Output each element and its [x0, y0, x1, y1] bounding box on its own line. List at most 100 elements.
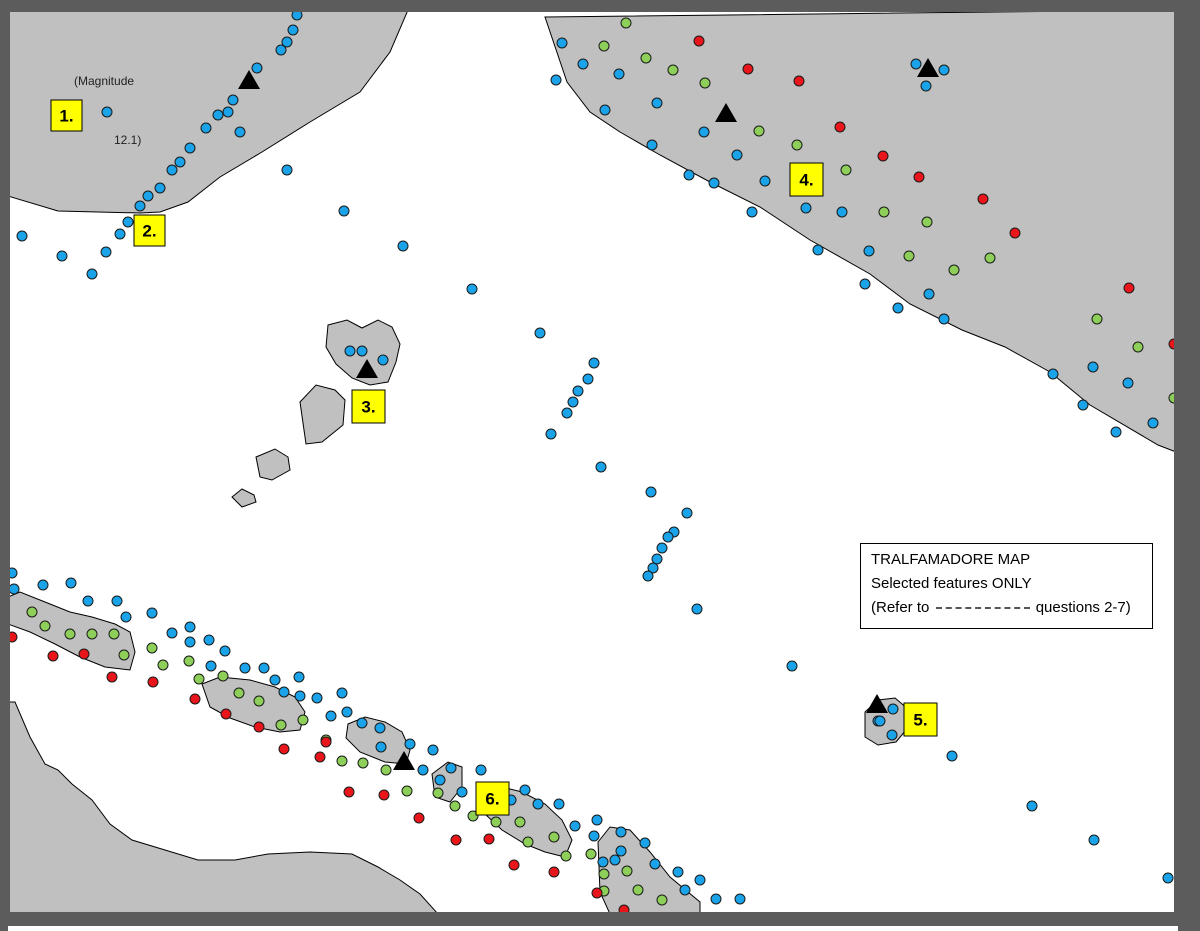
green-circle-icon	[560, 850, 572, 862]
blue-circle-icon	[609, 854, 621, 866]
blue-circle-icon	[445, 762, 457, 774]
magnitude-note-line2: 12.1)	[114, 133, 141, 147]
green-circle-icon	[86, 628, 98, 640]
red-circle-icon	[320, 736, 332, 748]
blue-circle-icon	[613, 68, 625, 80]
label-text: 5.	[913, 711, 927, 730]
blue-circle-icon	[694, 874, 706, 886]
blue-circle-icon	[639, 837, 651, 849]
blue-circle-icon	[338, 205, 350, 217]
blue-circle-icon	[698, 126, 710, 138]
site-label-1: 1.	[50, 99, 83, 132]
green-circle-icon	[632, 884, 644, 896]
blue-circle-icon	[219, 645, 231, 657]
blue-circle-icon	[336, 687, 348, 699]
map-frame: 1. 2. 3. 4. 5. 6. (Magnitude 12.1) TRALFAMADO…	[10, 12, 1174, 912]
green-circle-icon	[449, 800, 461, 812]
green-circle-icon	[490, 816, 502, 828]
red-circle-icon	[189, 693, 201, 705]
green-circle-icon	[667, 64, 679, 76]
blue-circle-icon	[1087, 361, 1099, 373]
blue-circle-icon	[597, 856, 609, 868]
label-text: 4.	[799, 171, 813, 190]
next-page-edge	[8, 926, 1178, 931]
blue-circle-icon	[731, 149, 743, 161]
red-circle-icon	[278, 743, 290, 755]
green-circle-icon	[948, 264, 960, 276]
blue-circle-icon	[1026, 800, 1038, 812]
blue-circle-icon	[166, 164, 178, 176]
blue-circle-icon	[475, 764, 487, 776]
green-circle-icon	[548, 831, 560, 843]
blue-circle-icon	[746, 206, 758, 218]
blue-circle-icon	[681, 507, 693, 519]
blue-circle-icon	[800, 202, 812, 214]
red-circle-icon	[618, 904, 630, 912]
blue-circle-icon	[534, 327, 546, 339]
green-circle-icon	[64, 628, 76, 640]
blue-circle-icon	[1147, 417, 1159, 429]
green-circle-icon	[699, 77, 711, 89]
blue-circle-icon	[1122, 377, 1134, 389]
blue-circle-icon	[786, 660, 798, 672]
blue-circle-icon	[615, 826, 627, 838]
blue-circle-icon	[184, 621, 196, 633]
red-circle-icon	[742, 63, 754, 75]
blue-circle-icon	[311, 692, 323, 704]
blue-circle-icon	[550, 74, 562, 86]
red-circle-icon	[10, 631, 18, 643]
blue-circle-icon	[886, 729, 898, 741]
blue-circle-icon	[142, 190, 154, 202]
blue-circle-icon	[1047, 368, 1059, 380]
red-circle-icon	[413, 812, 425, 824]
blue-circle-icon	[174, 156, 186, 168]
blue-circle-icon	[615, 845, 627, 857]
green-circle-icon	[620, 17, 632, 29]
blue-circle-icon	[519, 784, 531, 796]
blue-circle-icon	[37, 579, 49, 591]
blue-circle-icon	[200, 122, 212, 134]
blue-circle-icon	[946, 750, 958, 762]
green-circle-icon	[585, 848, 597, 860]
blue-circle-icon	[683, 169, 695, 181]
green-circle-icon	[921, 216, 933, 228]
blue-circle-icon	[120, 611, 132, 623]
green-circle-icon	[903, 250, 915, 262]
islet-3b	[255, 448, 291, 481]
green-circle-icon	[39, 620, 51, 632]
blue-circle-icon	[291, 12, 303, 21]
green-circle-icon	[1132, 341, 1144, 353]
blue-circle-icon	[294, 690, 306, 702]
blue-circle-icon	[100, 246, 112, 258]
green-circle-icon	[183, 655, 195, 667]
redacted-word	[935, 607, 1030, 610]
blue-circle-icon	[154, 182, 166, 194]
red-circle-icon	[78, 648, 90, 660]
blue-circle-icon	[166, 627, 178, 639]
green-circle-icon	[753, 125, 765, 137]
blue-circle-icon	[203, 634, 215, 646]
map-canvas: 1. 2. 3. 4. 5. 6. (Magnitude 12.1)	[10, 12, 1174, 912]
red-circle-icon	[220, 708, 232, 720]
blue-circle-icon	[599, 104, 611, 116]
green-circle-icon	[522, 836, 534, 848]
blue-circle-icon	[111, 595, 123, 607]
blue-circle-icon	[375, 741, 387, 753]
blue-circle-icon	[545, 428, 557, 440]
blue-circle-icon	[651, 553, 663, 565]
blue-circle-icon	[1077, 399, 1089, 411]
blue-circle-icon	[377, 354, 389, 366]
blue-circle-icon	[293, 671, 305, 683]
green-circle-icon	[380, 764, 392, 776]
site-label-6: 6.	[475, 781, 510, 816]
blue-circle-icon	[710, 893, 722, 905]
green-circle-icon	[146, 642, 158, 654]
blue-circle-icon	[1088, 834, 1100, 846]
red-circle-icon	[147, 676, 159, 688]
blue-circle-icon	[938, 313, 950, 325]
blue-circle-icon	[691, 603, 703, 615]
red-circle-icon	[591, 887, 603, 899]
blue-circle-icon	[269, 674, 281, 686]
blue-circle-icon	[892, 302, 904, 314]
green-circle-icon	[253, 695, 265, 707]
